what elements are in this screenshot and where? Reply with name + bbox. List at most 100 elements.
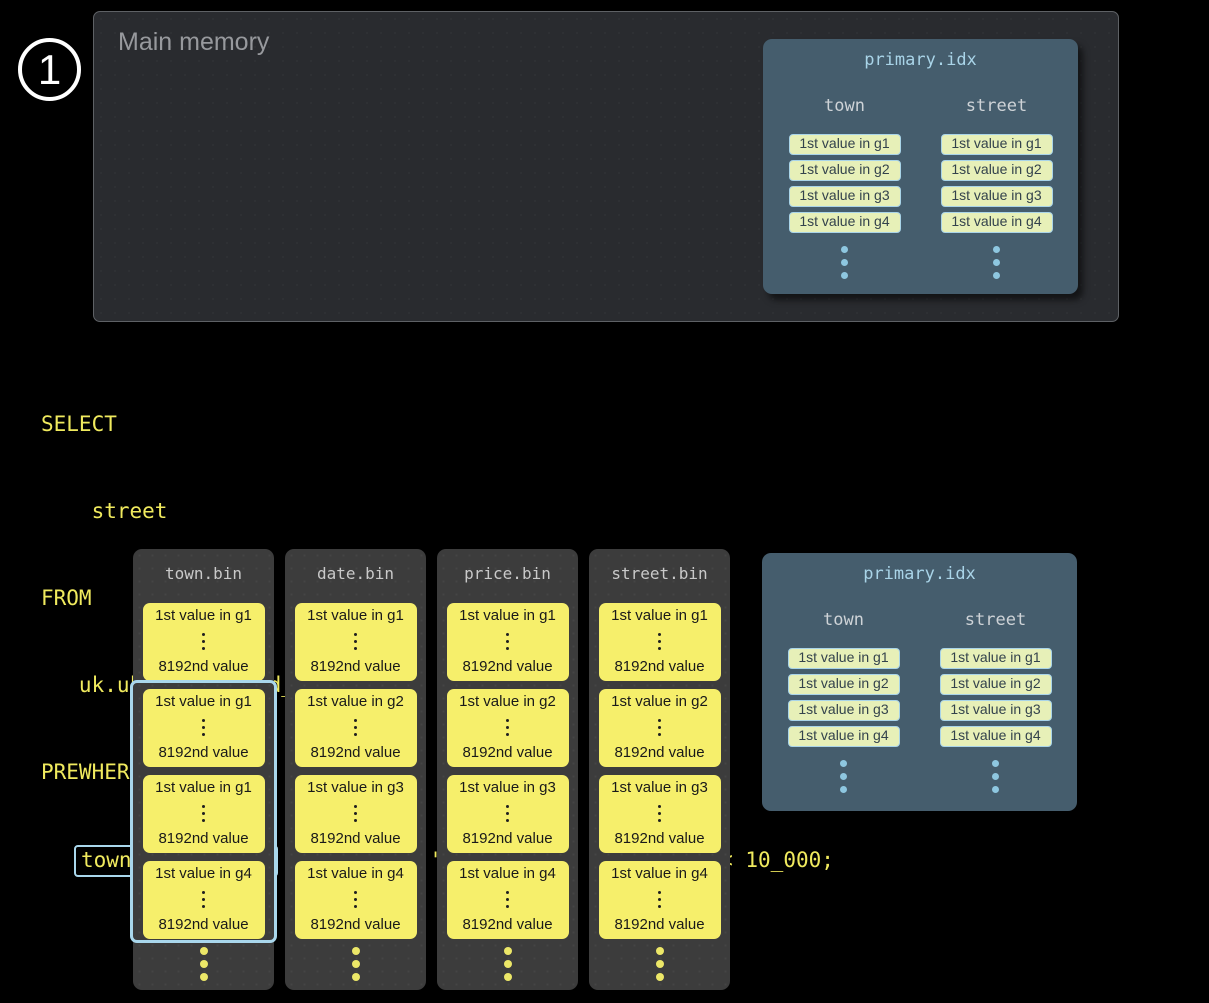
index-entry-chip: 1st value in g1 [940, 648, 1052, 669]
index-column-town: town 1st value in g1 1st value in g2 1st… [789, 96, 901, 279]
index-entry-chip: 1st value in g4 [941, 212, 1053, 233]
primary-index-columns: town 1st value in g1 1st value in g2 1st… [762, 610, 1077, 793]
granule: 1st value in g1 8192nd value [599, 603, 721, 681]
primary-index-title: primary.idx [763, 39, 1078, 70]
index-column-header: town [824, 96, 865, 116]
vertical-ellipsis-icon [202, 719, 205, 736]
granule-last-value: 8192nd value [158, 830, 248, 847]
more-entries-dots-icon [992, 760, 999, 793]
bin-title: street.bin [589, 549, 730, 585]
granule-last-value: 8192nd value [158, 744, 248, 761]
granule-first-value: 1st value in g4 [307, 865, 404, 882]
vertical-ellipsis-icon [658, 805, 661, 822]
vertical-ellipsis-icon [658, 633, 661, 650]
diagram-canvas: 1 Main memory primary.idx town 1st value… [0, 0, 1209, 1003]
index-entry-chip: 1st value in g2 [788, 674, 900, 695]
granule-first-value: 1st value in g3 [459, 779, 556, 796]
granule-last-value: 8192nd value [614, 658, 704, 675]
granule-last-value: 8192nd value [614, 744, 704, 761]
vertical-ellipsis-icon [506, 719, 509, 736]
index-entry-chip: 1st value in g2 [941, 160, 1053, 181]
granule-last-value: 8192nd value [310, 658, 400, 675]
granule: 1st value in g3 8192nd value [447, 775, 569, 853]
more-granules-dots-icon [133, 947, 274, 981]
vertical-ellipsis-icon [658, 891, 661, 908]
more-granules-dots-icon [285, 947, 426, 981]
granule-first-value: 1st value in g1 [155, 779, 252, 796]
step-number: 1 [38, 46, 61, 94]
granule: 1st value in g3 8192nd value [295, 775, 417, 853]
granule-first-value: 1st value in g1 [155, 607, 252, 624]
index-column-street: street 1st value in g1 1st value in g2 1… [941, 96, 1053, 279]
granule-last-value: 8192nd value [614, 830, 704, 847]
index-entry-chip: 1st value in g1 [789, 134, 901, 155]
granule: 1st value in g1 8192nd value [295, 603, 417, 681]
bin-title: date.bin [285, 549, 426, 585]
granule: 1st value in g3 8192nd value [599, 775, 721, 853]
bin-date: date.bin 1st value in g1 8192nd value 1s… [285, 549, 426, 990]
index-column-street: street 1st value in g1 1st value in g2 1… [940, 610, 1052, 793]
granule-first-value: 1st value in g2 [459, 693, 556, 710]
step-number-badge: 1 [18, 38, 81, 101]
sql-line-select: SELECT [41, 410, 834, 439]
granule: 1st value in g1 8192nd value [143, 689, 265, 767]
granule-first-value: 1st value in g4 [459, 865, 556, 882]
vertical-ellipsis-icon [354, 633, 357, 650]
bin-title: town.bin [133, 549, 274, 585]
index-entry-chip: 1st value in g3 [789, 186, 901, 207]
index-entry-chip: 1st value in g4 [788, 726, 900, 747]
granule: 1st value in g4 8192nd value [447, 861, 569, 939]
granule-last-value: 8192nd value [462, 830, 552, 847]
granule-first-value: 1st value in g1 [155, 693, 252, 710]
granule-first-value: 1st value in g3 [307, 779, 404, 796]
index-entry-chip: 1st value in g4 [789, 212, 901, 233]
vertical-ellipsis-icon [354, 719, 357, 736]
granule-first-value: 1st value in g2 [307, 693, 404, 710]
vertical-ellipsis-icon [354, 891, 357, 908]
vertical-ellipsis-icon [506, 805, 509, 822]
vertical-ellipsis-icon [354, 805, 357, 822]
granule-last-value: 8192nd value [310, 744, 400, 761]
index-entry-chip: 1st value in g1 [788, 648, 900, 669]
index-entry-chip: 1st value in g3 [788, 700, 900, 721]
more-entries-dots-icon [993, 246, 1000, 279]
granule-first-value: 1st value in g3 [611, 779, 708, 796]
more-granules-dots-icon [437, 947, 578, 981]
primary-index-title: primary.idx [762, 553, 1077, 584]
index-entry-chip: 1st value in g3 [941, 186, 1053, 207]
main-memory-title: Main memory [118, 28, 269, 57]
more-granules-dots-icon [589, 947, 730, 981]
index-column-header: street [965, 610, 1026, 630]
index-entry-chip: 1st value in g2 [789, 160, 901, 181]
granule-first-value: 1st value in g4 [611, 865, 708, 882]
bin-title: price.bin [437, 549, 578, 585]
bin-price: price.bin 1st value in g1 8192nd value 1… [437, 549, 578, 990]
index-entry-chip: 1st value in g4 [940, 726, 1052, 747]
vertical-ellipsis-icon [202, 633, 205, 650]
granule: 1st value in g2 8192nd value [295, 689, 417, 767]
granule: 1st value in g1 8192nd value [447, 603, 569, 681]
vertical-ellipsis-icon [506, 633, 509, 650]
granule: 1st value in g4 8192nd value [599, 861, 721, 939]
granule-first-value: 1st value in g4 [155, 865, 252, 882]
granule-first-value: 1st value in g1 [307, 607, 404, 624]
main-memory-panel: Main memory primary.idx town 1st value i… [93, 11, 1119, 322]
index-entry-chip: 1st value in g2 [940, 674, 1052, 695]
more-entries-dots-icon [840, 760, 847, 793]
index-column-header: street [966, 96, 1027, 116]
granule-first-value: 1st value in g2 [611, 693, 708, 710]
primary-index-panel-top: primary.idx town 1st value in g1 1st val… [763, 39, 1078, 294]
sql-line-select-column: street [41, 497, 834, 526]
granule: 1st value in g2 8192nd value [599, 689, 721, 767]
index-column-header: town [823, 610, 864, 630]
bin-street: street.bin 1st value in g1 8192nd value … [589, 549, 730, 990]
granule: 1st value in g4 8192nd value [295, 861, 417, 939]
granule: 1st value in g1 8192nd value [143, 775, 265, 853]
vertical-ellipsis-icon [202, 805, 205, 822]
granule-last-value: 8192nd value [158, 658, 248, 675]
primary-index-panel-bottom: primary.idx town 1st value in g1 1st val… [762, 553, 1077, 811]
granule-last-value: 8192nd value [158, 916, 248, 933]
granule-first-value: 1st value in g1 [611, 607, 708, 624]
bin-town: town.bin 1st value in g1 8192nd value 1s… [133, 549, 274, 990]
granule-last-value: 8192nd value [614, 916, 704, 933]
